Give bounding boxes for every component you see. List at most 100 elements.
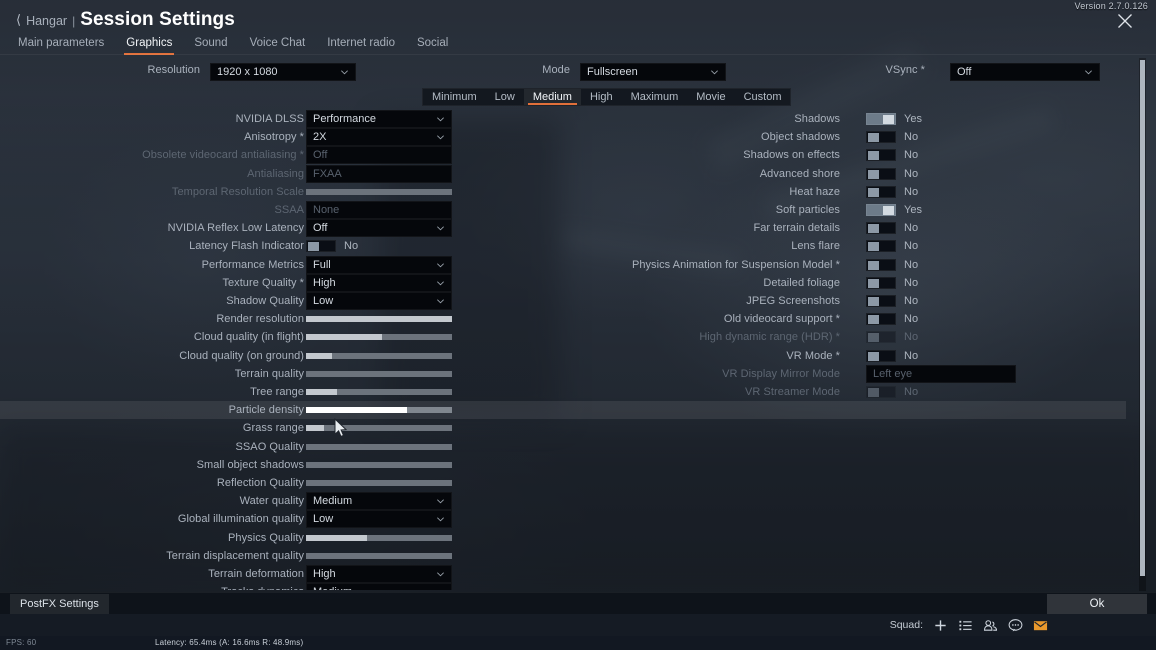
close-button[interactable] bbox=[1114, 10, 1136, 32]
setting-row-far-terrain-details[interactable]: Far terrain details No bbox=[0, 219, 1126, 237]
plus-icon[interactable] bbox=[933, 618, 948, 633]
slider-small-object-shadows[interactable] bbox=[306, 456, 452, 474]
chat-icon[interactable] bbox=[1008, 618, 1023, 633]
control-shadows-on-effects[interactable]: No bbox=[866, 146, 1016, 164]
control-vr-streamer-mode[interactable]: No bbox=[866, 383, 1016, 401]
toggle-switch[interactable] bbox=[866, 313, 896, 326]
toggle-object-shadows[interactable]: No bbox=[866, 128, 1016, 146]
breadcrumb-parent[interactable]: Hangar bbox=[26, 14, 67, 28]
toggle-shadows[interactable]: Yes bbox=[866, 110, 1016, 128]
control-heat-haze[interactable]: No bbox=[866, 183, 1016, 201]
toggle-far-terrain-details[interactable]: No bbox=[866, 219, 1016, 237]
tab-internet-radio[interactable]: Internet radio bbox=[316, 35, 406, 55]
toggle-jpeg-screenshots[interactable]: No bbox=[866, 292, 1016, 310]
preset-movie[interactable]: Movie bbox=[687, 89, 734, 105]
toggle-vr-streamer-mode[interactable]: No bbox=[866, 383, 1016, 401]
slider-grass-range[interactable] bbox=[306, 419, 452, 437]
setting-row-water-quality[interactable]: Water quality Medium bbox=[0, 492, 1126, 511]
toggle-detailed-foliage[interactable]: No bbox=[866, 274, 1016, 292]
setting-row-small-object-shadows[interactable]: Small object shadows bbox=[0, 456, 1126, 474]
toggle-switch[interactable] bbox=[866, 204, 896, 216]
preset-maximum[interactable]: Maximum bbox=[622, 89, 688, 105]
vsync-select[interactable]: Off bbox=[950, 63, 1100, 81]
tab-main-parameters[interactable]: Main parameters bbox=[16, 35, 115, 55]
toggle-old-videocard-support[interactable]: No bbox=[866, 310, 1016, 328]
slider-ssao-quality[interactable] bbox=[306, 438, 452, 456]
setting-row-soft-particles[interactable]: Soft particles Yes bbox=[0, 201, 1126, 219]
toggle-lens-flare[interactable]: No bbox=[866, 237, 1016, 255]
setting-row-high-dynamic-range-hdr[interactable]: High dynamic range (HDR) * No bbox=[0, 328, 1126, 346]
setting-row-vr-mode[interactable]: VR Mode * No bbox=[0, 347, 1126, 365]
control-high-dynamic-range-hdr[interactable]: No bbox=[866, 328, 1016, 346]
control-physics-quality[interactable] bbox=[306, 529, 452, 547]
toggle-physics-animation-for-suspension-model[interactable]: No bbox=[866, 256, 1016, 274]
toggle-advanced-shore[interactable]: No bbox=[866, 165, 1016, 183]
setting-row-object-shadows[interactable]: Object shadows No bbox=[0, 128, 1126, 146]
setting-row-old-videocard-support[interactable]: Old videocard support * No bbox=[0, 310, 1126, 328]
control-jpeg-screenshots[interactable]: No bbox=[866, 292, 1016, 310]
setting-row-reflection-quality[interactable]: Reflection Quality bbox=[0, 474, 1126, 492]
setting-row-lens-flare[interactable]: Lens flare No bbox=[0, 237, 1126, 255]
toggle-switch[interactable] bbox=[866, 113, 896, 125]
ok-button[interactable]: Ok bbox=[1047, 594, 1147, 614]
setting-row-tracks-dynamics[interactable]: Tracks dynamics Medium bbox=[0, 583, 1126, 590]
setting-row-vr-streamer-mode[interactable]: VR Streamer Mode No bbox=[0, 383, 1126, 401]
control-terrain-deformation[interactable]: High bbox=[306, 565, 452, 583]
setting-row-jpeg-screenshots[interactable]: JPEG Screenshots No bbox=[0, 292, 1126, 310]
resolution-select[interactable]: 1920 x 1080 bbox=[210, 63, 356, 81]
select-water-quality[interactable]: Medium bbox=[306, 492, 452, 511]
chevron-left-icon[interactable]: ⟨ bbox=[16, 13, 21, 26]
toggle-switch[interactable] bbox=[866, 386, 896, 398]
toggle-switch[interactable] bbox=[866, 167, 896, 180]
toggle-switch[interactable] bbox=[866, 185, 896, 198]
slider-terrain-displacement-quality[interactable] bbox=[306, 547, 452, 565]
select-tracks-dynamics[interactable]: Medium bbox=[306, 583, 452, 590]
toggle-switch[interactable] bbox=[866, 222, 896, 235]
select-terrain-deformation[interactable]: High bbox=[306, 565, 452, 583]
toggle-shadows-on-effects[interactable]: No bbox=[866, 146, 1016, 164]
scrollbar-thumb[interactable] bbox=[1140, 60, 1145, 576]
select-global-illumination-quality[interactable]: Low bbox=[306, 510, 452, 529]
slider-particle-density[interactable] bbox=[306, 401, 452, 419]
setting-row-heat-haze[interactable]: Heat haze No bbox=[0, 183, 1126, 201]
toggle-switch[interactable] bbox=[866, 131, 896, 144]
control-advanced-shore[interactable]: No bbox=[866, 165, 1016, 183]
control-object-shadows[interactable]: No bbox=[866, 128, 1016, 146]
control-ssao-quality[interactable] bbox=[306, 438, 452, 456]
mail-icon[interactable] bbox=[1033, 618, 1048, 633]
toggle-switch[interactable] bbox=[866, 295, 896, 307]
setting-row-shadows[interactable]: Shadows Yes bbox=[0, 110, 1126, 128]
setting-row-global-illumination-quality[interactable]: Global illumination quality Low bbox=[0, 510, 1126, 529]
setting-row-grass-range[interactable]: Grass range bbox=[0, 419, 1126, 437]
preset-medium[interactable]: Medium bbox=[523, 89, 581, 105]
toggle-heat-haze[interactable]: No bbox=[866, 183, 1016, 201]
toggle-soft-particles[interactable]: Yes bbox=[866, 201, 1016, 219]
control-vr-display-mirror-mode[interactable]: Left eye bbox=[866, 364, 1016, 383]
control-vr-mode[interactable]: No bbox=[866, 347, 1016, 365]
setting-row-terrain-displacement-quality[interactable]: Terrain displacement quality bbox=[0, 547, 1126, 565]
control-terrain-displacement-quality[interactable] bbox=[306, 547, 452, 565]
postfx-settings-button[interactable]: PostFX Settings bbox=[10, 594, 109, 614]
slider-physics-quality[interactable] bbox=[306, 529, 452, 547]
control-lens-flare[interactable]: No bbox=[866, 237, 1016, 255]
toggle-switch[interactable] bbox=[866, 240, 896, 253]
list-icon[interactable] bbox=[958, 618, 973, 633]
toggle-switch[interactable] bbox=[866, 149, 896, 162]
control-far-terrain-details[interactable]: No bbox=[866, 219, 1016, 237]
control-soft-particles[interactable]: Yes bbox=[866, 201, 1016, 219]
mode-select[interactable]: Fullscreen bbox=[580, 63, 726, 81]
setting-row-physics-animation-for-suspension-model[interactable]: Physics Animation for Suspension Model *… bbox=[0, 256, 1126, 274]
setting-row-physics-quality[interactable]: Physics Quality bbox=[0, 529, 1126, 547]
control-particle-density[interactable] bbox=[306, 401, 452, 419]
toggle-vr-mode[interactable]: No bbox=[866, 347, 1016, 365]
toggle-switch[interactable] bbox=[866, 276, 896, 289]
preset-custom[interactable]: Custom bbox=[735, 89, 791, 105]
preset-high[interactable]: High bbox=[581, 89, 622, 105]
toggle-high-dynamic-range-hdr[interactable]: No bbox=[866, 328, 1016, 346]
control-small-object-shadows[interactable] bbox=[306, 456, 452, 474]
control-water-quality[interactable]: Medium bbox=[306, 492, 452, 511]
control-reflection-quality[interactable] bbox=[306, 474, 452, 492]
select-vr-display-mirror-mode[interactable]: Left eye bbox=[866, 364, 1016, 383]
slider-reflection-quality[interactable] bbox=[306, 474, 452, 492]
settings-scrollbar[interactable] bbox=[1139, 58, 1146, 591]
